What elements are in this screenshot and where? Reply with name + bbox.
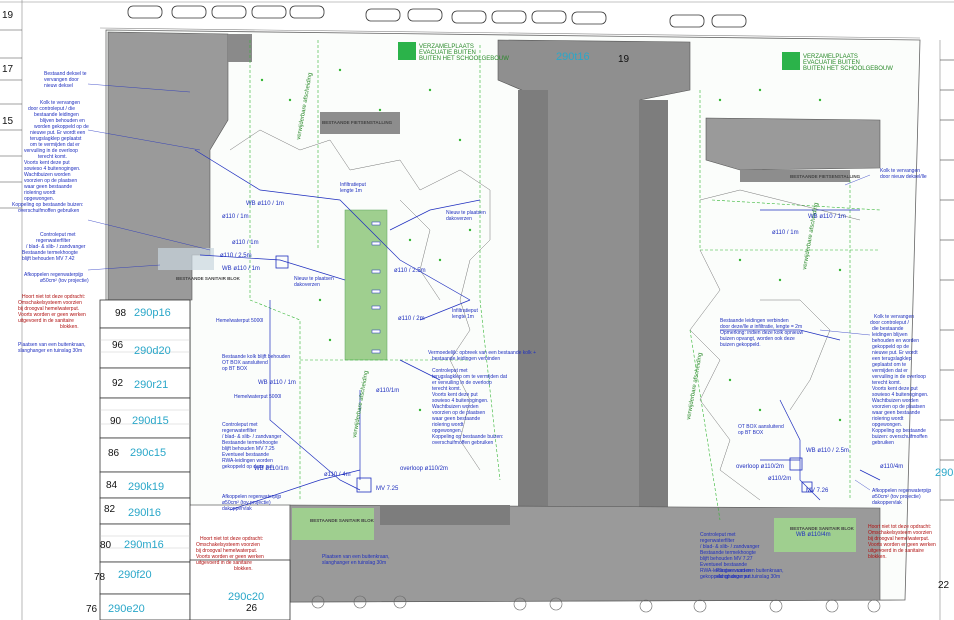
pipe-label: WB ø110 / 2.5m xyxy=(806,448,849,454)
building-label: BESTAANDE SANITAIR BLOK xyxy=(310,518,375,523)
parcel-id: 290d20 xyxy=(134,345,171,357)
building-label: BESTAANDE FIETSENSTALLING xyxy=(322,120,393,125)
right-number: 22 xyxy=(938,580,950,591)
note-left-kraan: Plaatsen van een buitenkraan, slanghange… xyxy=(18,342,87,354)
parcel-id: 290k19 xyxy=(128,481,164,493)
parked-cars xyxy=(127,5,747,28)
note-right-afkoppelen: Afkoppelen regenwaterpijp ø50cm² (tov pro… xyxy=(872,488,931,506)
note-left-controleput: Controleput met regenwaterfilter / blad-… xyxy=(22,232,87,262)
pipe-label: overloop ø110/2m xyxy=(736,464,784,470)
pipe-label: ø110 / 1m xyxy=(772,230,799,236)
note-hemelwater-2: Hemelwaterput 5000l xyxy=(234,394,281,400)
parcel-id: 290p16 xyxy=(134,307,171,319)
pipe-label: overloop ø110/2m xyxy=(400,466,448,472)
pipe-label: ø110 / 1m xyxy=(232,240,259,246)
pipe-label: ø110 / 2.5m xyxy=(220,253,252,259)
building-label: BESTAANDE SANITAIR BLOK xyxy=(790,526,855,531)
mv-label: MV 7.26 xyxy=(806,488,829,494)
house-number: 84 xyxy=(106,480,118,491)
pipe-label: WB ø110 / 1m xyxy=(258,380,296,386)
pipe-label: ø110 / 1m xyxy=(222,214,249,220)
evac-left-line3: BUITEN HET SCHOOLGEBOUW xyxy=(419,56,509,62)
house-number: 90 xyxy=(110,416,122,427)
building-label: BESTAANDE FIETSENSTALLING xyxy=(790,174,861,179)
right-parcel-id: 290a xyxy=(935,467,954,479)
left-edge-number: 15 xyxy=(2,116,14,127)
left-edge-number: 17 xyxy=(2,64,14,75)
house-number: 80 xyxy=(100,540,112,551)
house-number: 78 xyxy=(94,572,106,583)
pipe-label: WB ø110 / 1m xyxy=(808,214,846,220)
parcel-id: 290f20 xyxy=(118,569,152,581)
bottom-parcel-id: 290c20 xyxy=(228,591,264,603)
parcel-id: 290d15 xyxy=(132,415,169,427)
pipe-label: WB ø110 / 1m xyxy=(222,266,260,272)
pipe-label: ø110 / 4m xyxy=(324,472,351,478)
pipe-label: WB ø110/4m xyxy=(796,532,831,538)
parcel-id: 290c15 xyxy=(130,447,166,459)
pipe-label: WB ø110 / 1m xyxy=(246,201,284,207)
house-number: 86 xyxy=(108,448,120,459)
house-number: 76 xyxy=(86,604,98,615)
parcel-center: 290t16 xyxy=(556,51,590,63)
right-edge-parcels xyxy=(940,59,954,501)
note-right-kolk-deksel: Kolk te vervangen door nieuw deksel/lle xyxy=(880,168,927,180)
pipe-label: ø110 / 2.5m xyxy=(394,268,426,274)
house-number: 92 xyxy=(112,378,124,389)
parcel-id: 290e20 xyxy=(108,603,145,615)
pipe-label: ø110/2m xyxy=(768,476,791,482)
roof-left-top xyxy=(228,34,252,62)
note-right-controleput: Kolk te vervangen door controleput / die… xyxy=(870,314,930,446)
number-center: 19 xyxy=(618,54,630,65)
parcel-id: 290m16 xyxy=(124,539,164,551)
house-number: 96 xyxy=(112,340,124,351)
parcel-id: 290r21 xyxy=(134,379,168,391)
note-right-kraan: Plaatsen van een buitenkraan, slanghanger… xyxy=(716,568,784,580)
pipe-label: ø110 / 2m xyxy=(398,316,425,322)
note-left-red: Hoort niet tot deze opdracht: Omschakels… xyxy=(18,294,87,330)
grass-bottom-left xyxy=(292,508,374,540)
evac-right-line3: BUITEN HET SCHOOLGEBOUW xyxy=(803,66,893,72)
note-left-cover: Bestaand deksel te vervangen door nieuw … xyxy=(44,71,88,89)
mv-label: MV 7.25 xyxy=(376,486,399,492)
bottom-number: 26 xyxy=(246,603,258,614)
note-left-kolk: Kolk te vervangen door controleput / die… xyxy=(12,100,90,214)
building-label: BESTAANDE SANITAIR BLOK xyxy=(176,276,241,281)
note-center-kraan: Plaatsen van een buitenkraan, slanghange… xyxy=(322,554,391,566)
grass-field xyxy=(344,209,388,361)
site-plan: 19 17 15 VERZAMELPLAATS EVACUATIE BUITEN… xyxy=(0,0,954,620)
note-hemelwater-1: Hemelwaterput 5000l xyxy=(216,318,263,324)
left-edge-number: 19 xyxy=(2,10,14,21)
roof-right-block xyxy=(705,117,881,171)
roof-bottom-center xyxy=(380,505,510,525)
shade-left xyxy=(158,248,214,270)
pipe-label: ø110/4m xyxy=(880,464,903,470)
parcel-id: 290l16 xyxy=(128,507,161,519)
pipe-label: WB ø110/1m xyxy=(254,466,289,472)
house-number: 98 xyxy=(115,308,127,319)
house-number: 82 xyxy=(104,504,116,515)
note-left-afkoppelen: Afkoppelen regenwaterpijp ø50cm² (tov pr… xyxy=(24,272,89,284)
pipe-label: ø110/1m xyxy=(376,388,399,394)
